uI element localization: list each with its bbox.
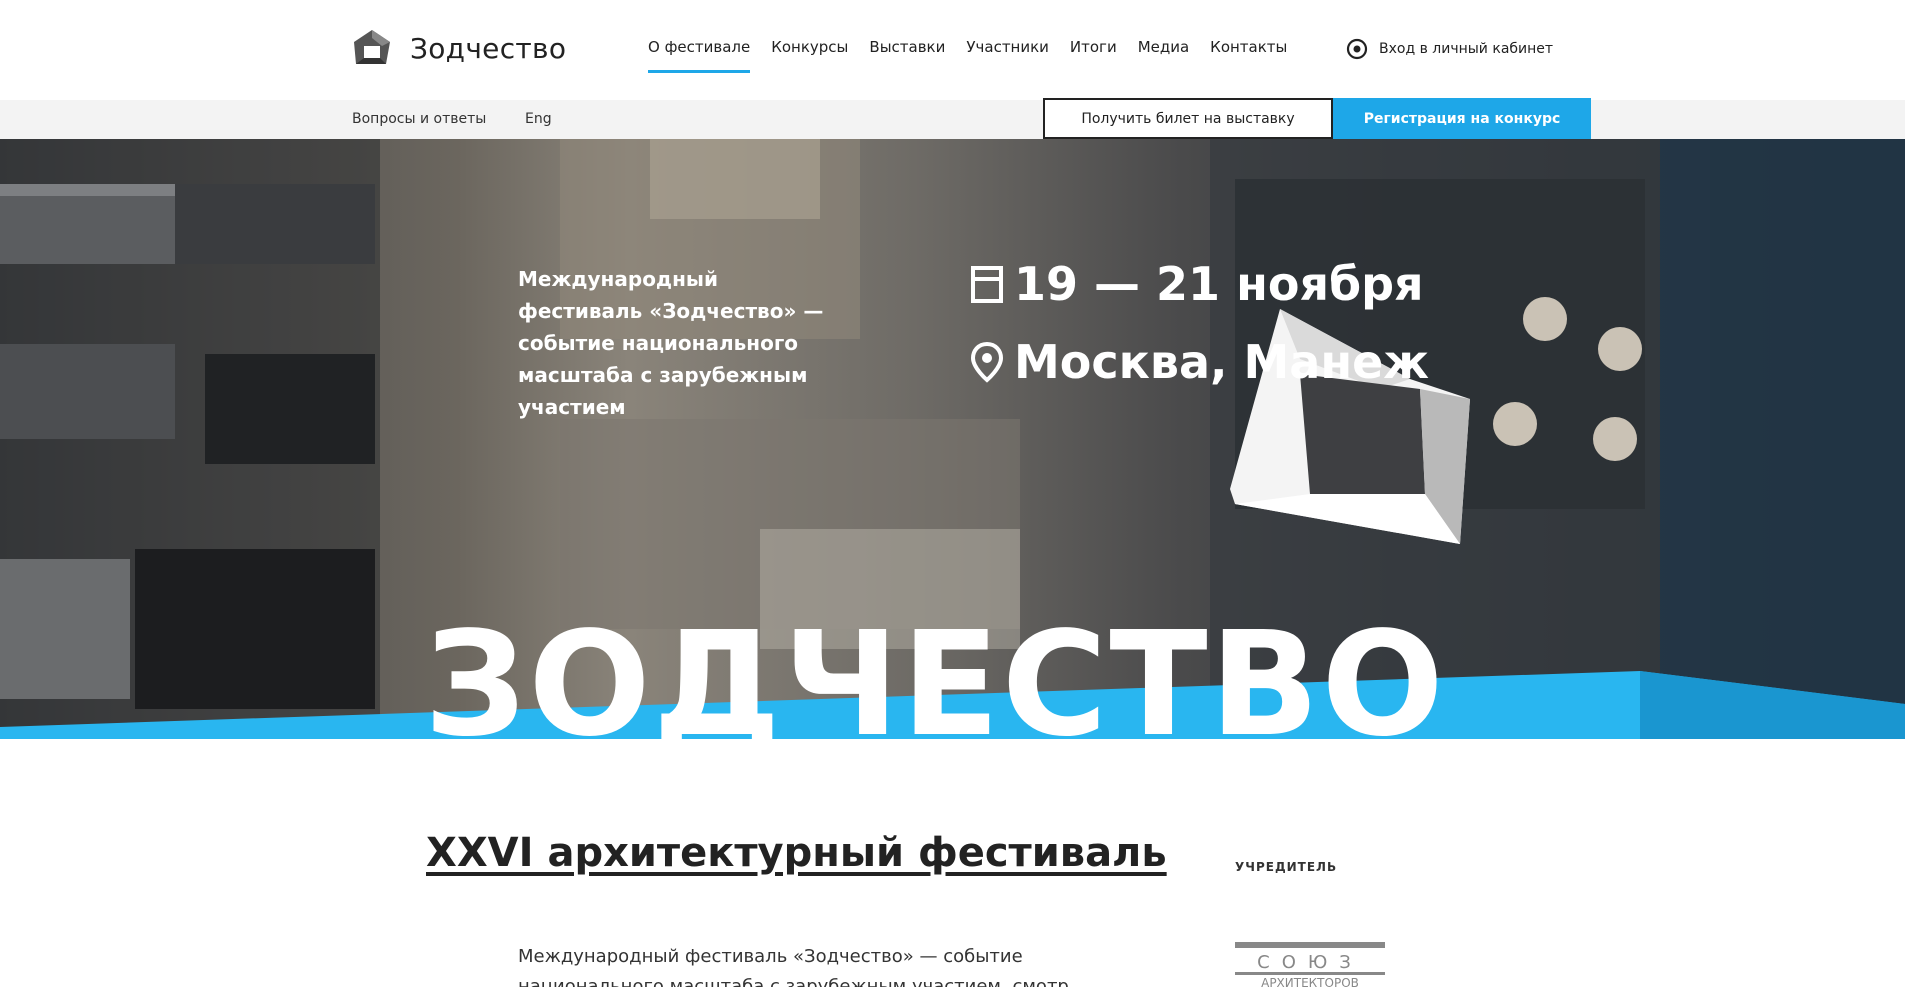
svg-text:АРХИТЕКТОРОВ: АРХИТЕКТОРОВ [1261, 976, 1359, 987]
location-pin-icon [970, 341, 1004, 383]
hero-dates: 19 — 21 ноября [970, 257, 1424, 311]
lang-switch-link[interactable]: Eng [525, 111, 552, 127]
nav-item-participants[interactable]: Участники [966, 38, 1049, 74]
founder-logo[interactable]: СОЮЗ АРХИТЕКТОРОВ [1235, 942, 1385, 987]
festival-title-link[interactable]: XXVI архитектурный фестиваль [426, 830, 1167, 876]
hero-banner: Международный фестиваль «Зодчество» — со… [0, 139, 1905, 739]
main-nav: О фестивале Конкурсы Выставки Участники … [648, 38, 1308, 74]
site-header: Зодчество О фестивале Конкурсы Выставки … [0, 0, 1905, 100]
founder-label: УЧРЕДИТЕЛЬ [1235, 860, 1338, 874]
nav-item-about[interactable]: О фестивале [648, 38, 751, 74]
login-link[interactable]: Вход в личный кабинет [1346, 38, 1553, 60]
site-logo[interactable]: Зодчество [352, 28, 566, 68]
nav-item-contests[interactable]: Конкурсы [771, 38, 848, 74]
calendar-icon [971, 266, 1003, 303]
nav-item-results[interactable]: Итоги [1070, 38, 1117, 74]
hero-dates-text: 19 — 21 ноября [1014, 257, 1424, 311]
target-icon [1346, 38, 1368, 60]
hero-big-title: ЗОДЧЕСТВО [424, 600, 1446, 739]
hero-location-text: Москва, Манеж [1014, 335, 1430, 389]
hero-location: Москва, Манеж [970, 335, 1429, 389]
nav-item-exhibitions[interactable]: Выставки [869, 38, 945, 74]
festival-intro-text: Международный фестиваль «Зодчество» — со… [518, 946, 1069, 987]
hero-description: Международный фестиваль «Зодчество» — со… [518, 267, 824, 419]
union-of-architects-logo-icon: СОЮЗ АРХИТЕКТОРОВ [1235, 942, 1385, 987]
faq-link[interactable]: Вопросы и ответы [352, 111, 486, 127]
sub-bar: Вопросы и ответы Eng [0, 100, 1905, 139]
logo-text: Зодчество [410, 31, 567, 65]
nav-item-contacts[interactable]: Контакты [1210, 38, 1287, 74]
nav-item-media[interactable]: Медиа [1138, 38, 1189, 74]
house-pentagon-logo-icon [354, 30, 390, 64]
contest-register-button[interactable]: Регистрация на конкурс [1333, 98, 1591, 139]
svg-text:СОЮЗ: СОЮЗ [1257, 952, 1363, 973]
get-ticket-button[interactable]: Получить билет на выставку [1043, 98, 1333, 139]
login-label: Вход в личный кабинет [1379, 41, 1554, 57]
